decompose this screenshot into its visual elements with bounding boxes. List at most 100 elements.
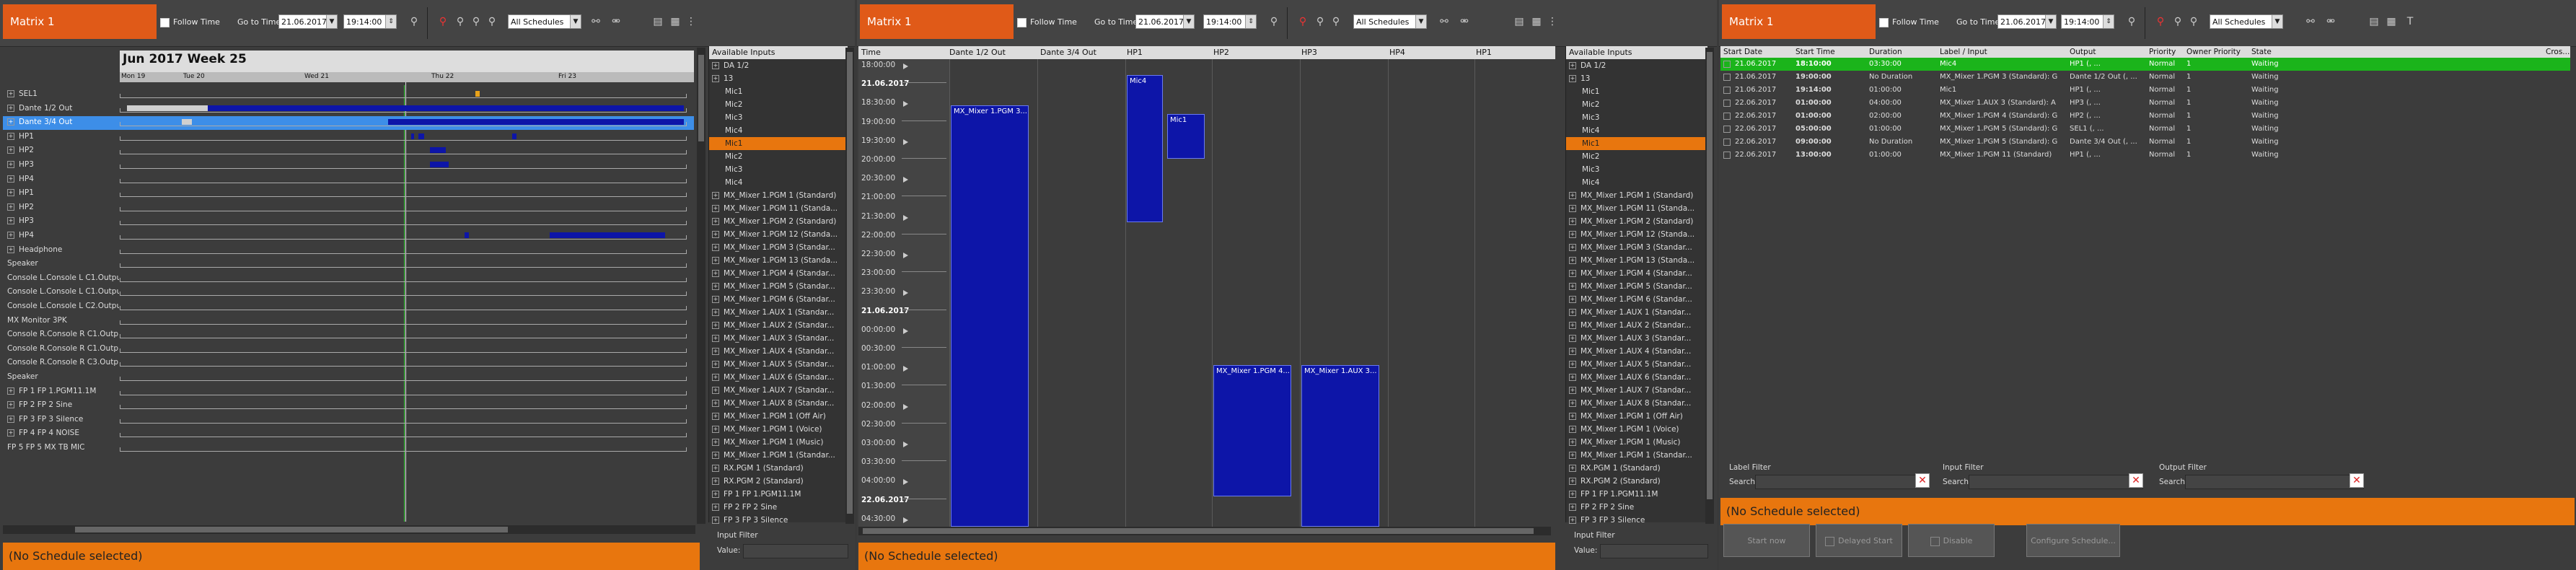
chevron-down-icon[interactable]: ▼ <box>326 15 337 28</box>
list-view-icon[interactable]: ▤ <box>1513 16 1525 27</box>
delayed-start-button[interactable]: Delayed Start <box>1816 524 1902 557</box>
row-checkbox[interactable] <box>1723 61 1731 68</box>
expand-icon[interactable]: + <box>1569 491 1576 498</box>
goto-icon[interactable]: ⚲ <box>2126 16 2137 27</box>
input-list-item[interactable]: + MX_Mixer 1.PGM 3 (Standar... <box>1566 241 1707 254</box>
expand-icon[interactable]: + <box>7 146 14 154</box>
unlink-icon[interactable]: ⚮ <box>2325 16 2337 27</box>
col-header[interactable]: State <box>2251 46 2272 58</box>
expand-icon[interactable]: + <box>1569 62 1576 69</box>
zoom-reset-icon[interactable]: ⚲ <box>1297 16 1309 27</box>
date-field[interactable]: 21.06.2017 ▼ <box>1997 14 2057 29</box>
schedule-select[interactable]: All Schedules ▼ <box>2210 14 2283 29</box>
timeline-row[interactable]: + HP4 <box>3 229 694 243</box>
input-list-item[interactable]: + MX_Mixer 1.PGM 1 (Standard) <box>1566 189 1707 202</box>
expand-icon[interactable]: + <box>712 62 719 69</box>
expand-icon[interactable]: + <box>7 132 14 140</box>
timeline-row[interactable]: + FP 1 FP 1.PGM11.1M <box>3 385 694 399</box>
input-list-item[interactable]: Mic1 <box>709 137 848 150</box>
expand-icon[interactable]: + <box>7 415 14 423</box>
expand-icon[interactable]: + <box>1569 296 1576 303</box>
link-icon[interactable]: ⚯ <box>1438 16 1450 27</box>
schedule-bar[interactable] <box>512 133 516 139</box>
expand-icon[interactable]: + <box>1569 348 1576 355</box>
schedule-bar[interactable] <box>182 119 192 126</box>
expand-icon[interactable]: + <box>1569 452 1576 459</box>
schedule-bar[interactable] <box>430 147 446 154</box>
expand-icon[interactable]: + <box>1569 231 1576 238</box>
expand-icon[interactable]: + <box>1569 517 1576 524</box>
input-list-item[interactable]: + MX_Mixer 1.PGM 4 (Standar... <box>709 267 848 280</box>
col-header[interactable]: HP4 <box>1389 46 1405 59</box>
expand-icon[interactable]: + <box>1569 283 1576 290</box>
timeline-row[interactable]: + SEL1 <box>3 88 694 102</box>
expand-icon[interactable]: + <box>1569 465 1576 472</box>
expand-icon[interactable]: + <box>712 322 719 329</box>
row-checkbox[interactable] <box>1723 100 1731 107</box>
expand-icon[interactable]: + <box>1569 439 1576 446</box>
expand-icon[interactable]: + <box>712 192 719 199</box>
schedule-select[interactable]: All Schedules ▼ <box>1353 14 1427 29</box>
input-list-item[interactable]: Mic3 <box>709 111 848 124</box>
input-list-item[interactable]: + MX_Mixer 1.AUX 2 (Standar... <box>709 319 848 332</box>
expand-icon[interactable]: + <box>712 218 719 225</box>
clear-icon[interactable]: ✕ <box>2129 473 2143 488</box>
input-list-item[interactable]: + MX_Mixer 1.AUX 6 (Standar... <box>1566 371 1707 384</box>
schedule-bar[interactable] <box>475 91 480 97</box>
grid-hscroll[interactable] <box>858 527 1551 535</box>
schedule-block[interactable]: MX_Mixer 1.PGM 4... <box>1213 365 1291 496</box>
start-now-button[interactable]: Start now <box>1723 524 1810 557</box>
expand-icon[interactable]: + <box>1569 322 1576 329</box>
input-list-item[interactable]: + MX_Mixer 1.PGM 2 (Standard) <box>1566 215 1707 228</box>
expand-icon[interactable]: + <box>7 90 14 97</box>
schedule-bar[interactable] <box>411 133 414 139</box>
zoom-out-icon[interactable]: ⚲ <box>470 16 482 27</box>
chevron-down-icon[interactable]: ▼ <box>1415 15 1426 28</box>
input-filter-field[interactable] <box>1600 544 1708 558</box>
col-header[interactable]: Priority <box>2149 46 2176 58</box>
timeline-row[interactable]: Console R.Console R C1.Outp <box>3 328 694 342</box>
expand-icon[interactable]: + <box>1569 335 1576 342</box>
expand-icon[interactable]: + <box>1569 270 1576 277</box>
row-checkbox[interactable] <box>1723 113 1731 120</box>
expand-icon[interactable]: + <box>7 387 14 395</box>
expand-icon[interactable]: + <box>712 309 719 316</box>
row-checkbox[interactable] <box>1723 87 1731 94</box>
input-list-item[interactable]: + MX_Mixer 1.AUX 5 (Standar... <box>709 358 848 371</box>
table-row[interactable]: 22.06.2017 05:00:00 01:00:00 MX_Mixer 1.PGM… <box>1720 123 2570 136</box>
input-list-item[interactable]: + MX_Mixer 1.AUX 6 (Standar... <box>709 371 848 384</box>
schedule-block[interactable]: Mic1 <box>1167 114 1205 159</box>
time-field[interactable]: 19:14:00 ⇕ <box>1203 14 1257 29</box>
input-list-item[interactable]: + MX_Mixer 1.AUX 7 (Standar... <box>709 384 848 397</box>
timeline-row[interactable]: + FP 3 FP 3 Silence <box>3 413 694 427</box>
input-list-item[interactable]: Mic1 <box>1566 137 1707 150</box>
timeline-row[interactable]: + FP 2 FP 2 Sine <box>3 399 694 413</box>
input-list-item[interactable]: Mic2 <box>709 98 848 111</box>
row-checkbox[interactable] <box>1723 152 1731 159</box>
filter-icon[interactable]: ⋮ <box>685 16 697 27</box>
follow-time-checkbox[interactable]: Follow Time <box>1879 14 1939 30</box>
date-field[interactable]: 21.06.2017 ▼ <box>1135 14 1195 29</box>
timeline-row[interactable]: + FP 4 FP 4 NOISE <box>3 427 694 441</box>
expand-icon[interactable]: + <box>712 452 719 459</box>
col-header[interactable]: Output <box>2070 46 2096 58</box>
col-header[interactable]: Cros... <box>2546 46 2570 58</box>
schedule-bar[interactable] <box>430 162 449 167</box>
checkbox-box[interactable] <box>1930 536 1940 546</box>
timeline-row[interactable]: Console L.Console L C2.Outpu <box>3 300 694 314</box>
spinner-icon[interactable]: ⇕ <box>2103 15 2114 28</box>
clear-icon[interactable]: ✕ <box>1915 473 1930 488</box>
inputs-vscroll[interactable] <box>845 48 854 524</box>
expand-icon[interactable]: + <box>1569 504 1576 511</box>
spinner-icon[interactable]: ⇕ <box>385 15 396 28</box>
expand-icon[interactable]: + <box>712 387 719 394</box>
col-header[interactable]: Owner Priority <box>2186 46 2241 58</box>
input-list-item[interactable]: + FP 2 FP 2 Sine <box>1566 501 1707 514</box>
schedule-block[interactable]: Mic4 <box>1127 75 1163 222</box>
col-header[interactable]: Dante 1/2 Out <box>949 46 1006 59</box>
input-list-item[interactable]: + MX_Mixer 1.PGM 1 (Standar... <box>1566 449 1707 462</box>
expand-icon[interactable]: + <box>1569 413 1576 420</box>
col-header[interactable]: Start Time <box>1795 46 1835 58</box>
zoom-reset-icon[interactable]: ⚲ <box>2155 16 2166 27</box>
input-list-item[interactable]: +13 <box>709 72 848 85</box>
